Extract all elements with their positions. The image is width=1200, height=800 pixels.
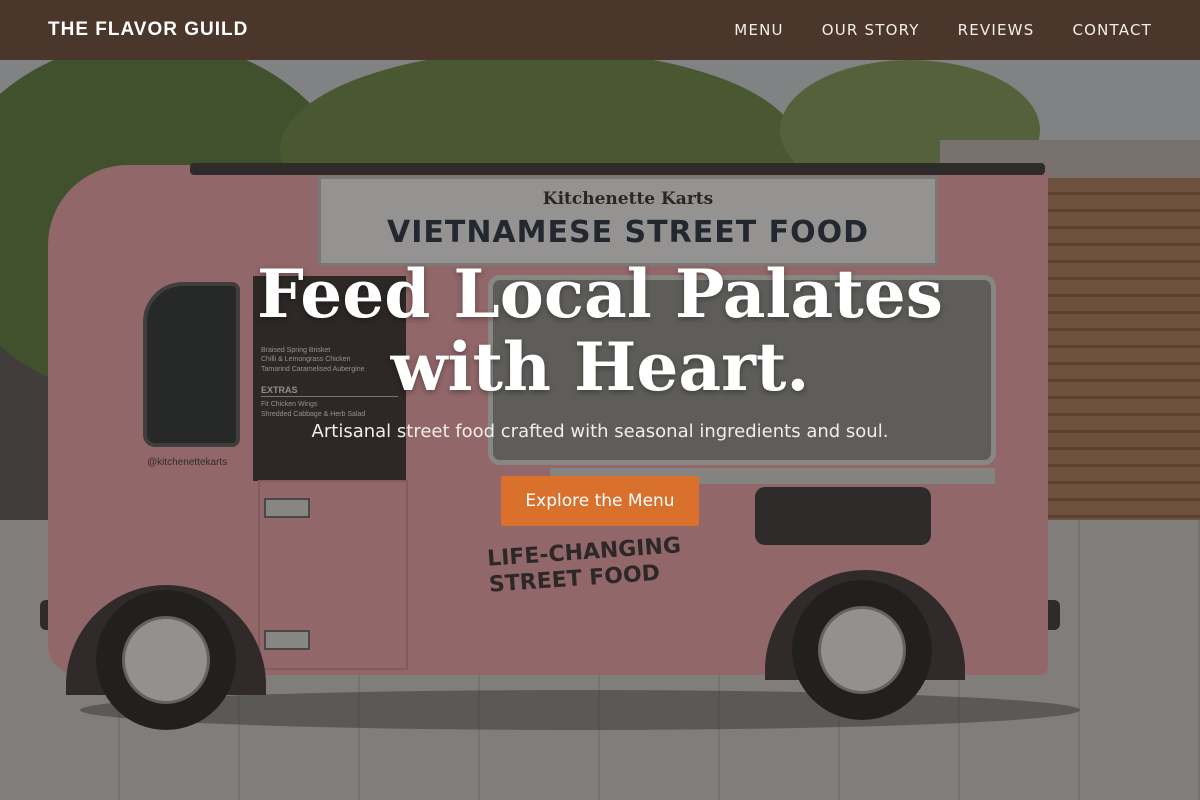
hero-content: Feed Local Palates with Heart. Artisanal… — [0, 255, 1200, 527]
brand-logo-text[interactable]: THE FLAVOR GUILD — [48, 19, 248, 41]
explore-menu-button[interactable]: Explore the Menu — [501, 476, 699, 527]
nav-link-contact[interactable]: CONTACT — [1072, 21, 1152, 39]
hero-headline: Feed Local Palates with Heart. — [257, 255, 943, 406]
nav-link-menu[interactable]: MENU — [734, 21, 783, 39]
hero-subheadline: Artisanal street food crafted with seaso… — [311, 421, 889, 443]
nav-links: MENU OUR STORY REVIEWS CONTACT — [734, 21, 1152, 39]
top-navbar: THE FLAVOR GUILD MENU OUR STORY REVIEWS … — [0, 0, 1200, 60]
nav-link-our-story[interactable]: OUR STORY — [822, 21, 920, 39]
nav-link-reviews[interactable]: REVIEWS — [958, 21, 1035, 39]
